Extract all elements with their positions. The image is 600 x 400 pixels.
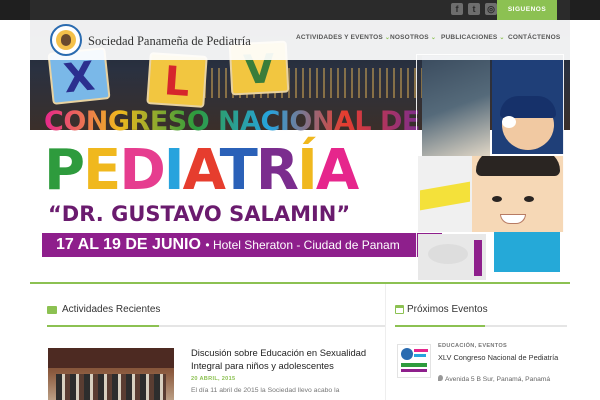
- twitter-glyph: t: [472, 4, 476, 14]
- pediatria-letter-3: I: [163, 138, 185, 203]
- pediatria-letter-0: P: [44, 138, 85, 203]
- pediatria-letter-1: E: [83, 138, 121, 203]
- upcoming-events-title: Próximos Eventos: [407, 304, 488, 315]
- event-location: Avenida 5 B Sur, Panamá, Panamá: [438, 375, 550, 383]
- hero-line-pediatria: PEDIATRÍA: [44, 138, 359, 203]
- hero-line-congreso: CONGRESO NACIONAL DE: [44, 106, 420, 137]
- nav-nosotros-label: NOSOTROS: [390, 34, 429, 41]
- nav-contactenos-label: CONTÁCTENOS: [508, 34, 561, 41]
- hero-venue: • Hotel Sheraton - Ciudad de Panam: [205, 238, 400, 252]
- event-thumbnail[interactable]: [397, 344, 431, 378]
- nav-actividades[interactable]: ACTIVIDADES Y EVENTOS ⌄: [296, 34, 390, 41]
- nav-contactenos[interactable]: CONTÁCTENOS: [508, 34, 560, 41]
- top-bar-left-edge: [0, 0, 30, 20]
- news-date: 20 ABRIL, 2015: [191, 376, 236, 382]
- hero-date: 17 AL 19 DE JUNIO: [56, 236, 201, 253]
- top-bar-right-edge: [570, 0, 600, 20]
- nav-publicaciones[interactable]: PUBLICACIONES ⌄: [441, 34, 505, 41]
- block-l: L: [146, 52, 208, 108]
- photo-grid-frame: [416, 54, 564, 282]
- twitter-icon[interactable]: t: [468, 3, 480, 15]
- pediatria-letter-6: R: [255, 138, 299, 203]
- recent-activities-section: Actividades Recientes Discusión sobre Ed…: [30, 284, 385, 400]
- pediatria-letter-8: A: [315, 138, 359, 203]
- site-header: Sociedad Panameña de Pediatría ACTIVIDAD…: [30, 20, 570, 60]
- location-pin-icon: [438, 375, 443, 381]
- nav-actividades-label: ACTIVIDADES Y EVENTOS: [296, 34, 383, 41]
- news-thumbnail[interactable]: [48, 348, 174, 400]
- calendar-icon: [395, 305, 404, 314]
- nav-publicaciones-label: PUBLICACIONES: [441, 34, 498, 41]
- pediatria-letter-2: D: [119, 138, 166, 203]
- facebook-icon[interactable]: f: [451, 3, 463, 15]
- pediatria-letter-7: Í: [296, 138, 318, 203]
- hero-date-band: 17 AL 19 DE JUNIO • Hotel Sheraton - Ciu…: [42, 233, 442, 257]
- pediatria-letter-5: T: [219, 138, 258, 203]
- event-location-text: Avenida 5 B Sur, Panamá, Panamá: [445, 376, 551, 383]
- nav-nosotros[interactable]: NOSOTROS ⌄: [390, 34, 436, 41]
- upcoming-events-section: Próximos Eventos EDUCACIÓN, EVENTOS XLV …: [385, 284, 570, 400]
- event-title[interactable]: XLV Congreso Nacional de Pediatría: [438, 352, 563, 363]
- news-excerpt: El día 11 abril de 2015 la Sociedad llev…: [191, 387, 340, 394]
- chevron-down-icon: ⌄: [499, 35, 505, 41]
- hero-line-doctor: “DR. GUSTAVO SALAMIN”: [48, 202, 351, 226]
- section-underline: [47, 325, 385, 327]
- instagram-icon[interactable]: ◎: [485, 3, 497, 15]
- section-underline: [395, 325, 567, 327]
- logo[interactable]: [50, 24, 82, 56]
- top-bar: f t ◎ SIGUENOS: [0, 0, 600, 20]
- follow-button[interactable]: SIGUENOS: [497, 0, 557, 20]
- event-category[interactable]: EDUCACIÓN, EVENTOS: [438, 343, 507, 349]
- site-name[interactable]: Sociedad Panameña de Pediatría: [88, 34, 251, 49]
- pediatria-letter-4: A: [182, 138, 222, 203]
- instagram-glyph: ◎: [487, 4, 495, 14]
- recent-activities-title: Actividades Recientes: [62, 304, 161, 315]
- news-title[interactable]: Discusión sobre Educación en Sexualidad …: [191, 346, 381, 372]
- facebook-glyph: f: [455, 4, 459, 14]
- chevron-down-icon: ⌄: [430, 35, 437, 41]
- folder-icon: [47, 306, 57, 314]
